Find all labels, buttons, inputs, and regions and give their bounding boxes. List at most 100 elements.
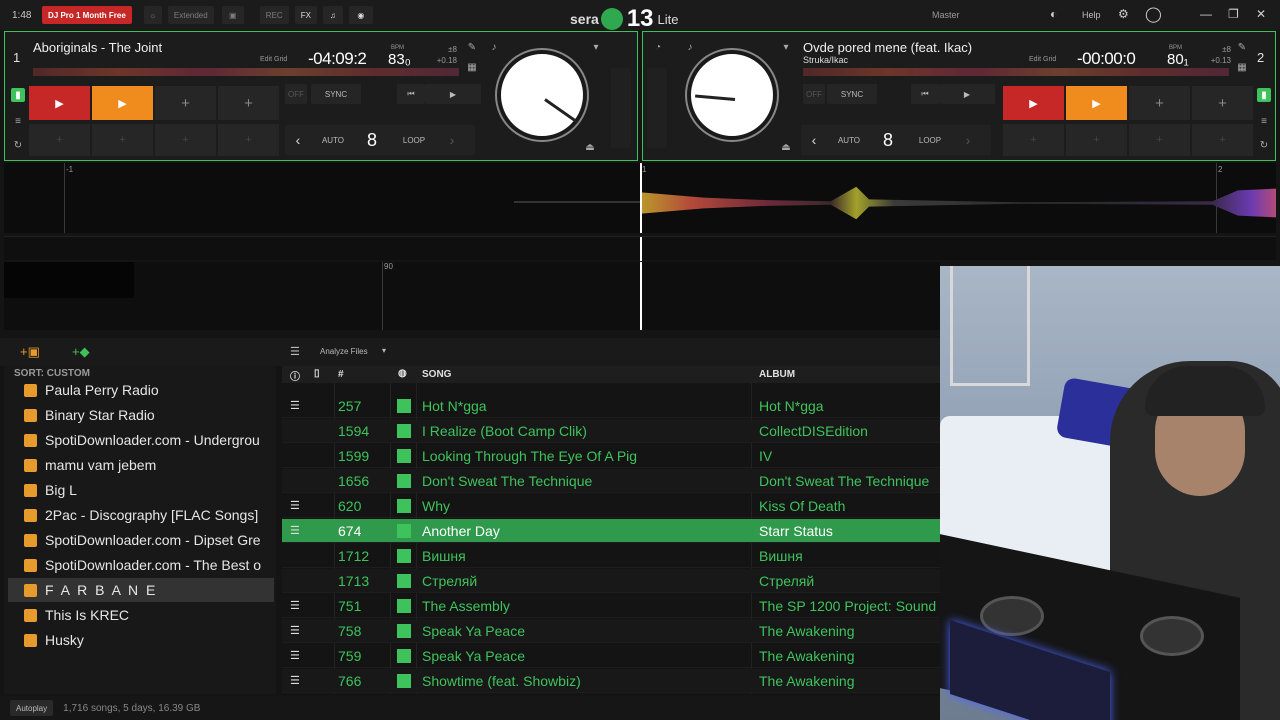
hot-cue-6[interactable]: + (1066, 124, 1127, 156)
hot-cue-6[interactable]: + (92, 124, 153, 156)
list-view-icon[interactable]: ☰ (290, 345, 300, 358)
track-row[interactable]: 1713 Стреляй Стреляй (282, 569, 940, 593)
sampler-icon[interactable]: ♫ (322, 6, 343, 24)
note-icon[interactable]: ♪ (683, 40, 697, 54)
col-album-header[interactable]: ALBUM (759, 369, 795, 380)
master-volume-icon[interactable]: ◐ (1050, 7, 1057, 21)
col-num-header[interactable]: # (338, 369, 344, 380)
hot-cue-3[interactable]: + (1129, 86, 1190, 120)
hot-cue-8[interactable]: + (1192, 124, 1253, 156)
hot-cue-2[interactable]: ▶ (92, 86, 153, 120)
track-row[interactable]: ☰ 766 Showtime (feat. Showbiz) The Awakenin… (282, 669, 940, 693)
track-row[interactable]: 1656 Don't Sweat The Technique Don't Sweat… (282, 469, 940, 493)
loop-next-icon[interactable]: › (439, 132, 465, 148)
eject-icon[interactable]: ⏏ (779, 140, 793, 154)
hot-cue-7[interactable]: + (1129, 124, 1190, 156)
virtual-platter[interactable] (497, 50, 587, 140)
gear-icon[interactable]: ⚙ (1118, 7, 1129, 21)
track-row[interactable]: 1599 Looking Through The Eye Of A Pig IV (282, 444, 940, 468)
sun-icon[interactable]: ☼ (143, 6, 162, 24)
track-row[interactable]: ☰ 751 The Assembly The SP 1200 Project: Sou… (282, 594, 940, 618)
auto-loop-label[interactable]: AUTO (311, 136, 355, 145)
play-button[interactable]: ▶ (425, 84, 481, 104)
hot-cue-1[interactable]: ▶ (29, 86, 90, 120)
track-row[interactable]: ☰ 674 Another Day Starr Status (282, 519, 940, 543)
add-smart-crate-icon[interactable]: +◆ (72, 344, 90, 360)
auto-loop-label[interactable]: AUTO (827, 136, 871, 145)
track-row[interactable]: ☰ 257 Hot N*gga Hot N*gga (282, 394, 940, 418)
hot-cue-2[interactable]: ▶ (1066, 86, 1127, 120)
cue-mode-icon[interactable]: ▮ (11, 88, 25, 102)
fx-button[interactable]: FX (294, 6, 317, 24)
autoplay-button[interactable]: Autoplay (10, 700, 54, 716)
eject-icon[interactable]: ⏏ (583, 140, 597, 154)
sync-button[interactable]: SYNC (311, 84, 361, 104)
crate-item[interactable]: SpotiDownloader.com - The Best o (8, 553, 274, 577)
cue-mode-icon[interactable]: ▮ (1257, 88, 1271, 102)
hot-cue-5[interactable]: + (1003, 124, 1064, 156)
crate-item[interactable]: Binary Star Radio (8, 403, 274, 427)
crate-item[interactable]: F A R B A N E (8, 578, 274, 602)
list-icon[interactable]: ≡ (11, 114, 25, 128)
hot-cue-4[interactable]: + (218, 86, 279, 120)
deck-dropdown-icon[interactable]: ▾ (589, 40, 603, 54)
hot-cue-5[interactable]: + (29, 124, 90, 156)
track-row[interactable]: 1594 I Realize (Boot Camp Clik) CollectDIS… (282, 419, 940, 443)
calculator-icon[interactable]: ▦ (1235, 60, 1249, 74)
hot-cue-4[interactable]: + (1192, 86, 1253, 120)
crate-item[interactable]: Husky (8, 628, 274, 652)
hot-cue-8[interactable]: + (218, 124, 279, 156)
virtual-platter[interactable] (687, 50, 777, 140)
calculator-icon[interactable]: ▦ (465, 60, 479, 74)
loop-next-icon[interactable]: › (955, 132, 981, 148)
account-icon[interactable]: ◯ (1145, 5, 1162, 23)
hot-cue-3[interactable]: + (155, 86, 216, 120)
play-button[interactable]: ▶ (939, 84, 995, 104)
deck-menu-icon[interactable]: ▾ (779, 40, 793, 54)
loop-prev-icon[interactable]: ‹ (285, 132, 311, 148)
track-row[interactable]: ☰ 620 Why Kiss Of Death (282, 494, 940, 518)
rec-button[interactable]: REC (259, 6, 289, 24)
deck-2-beat-grid[interactable]: 90 (4, 262, 940, 330)
edit-grid-button[interactable]: Edit Grid (260, 56, 287, 63)
loop-prev-icon[interactable]: ‹ (801, 132, 827, 148)
crate-item[interactable]: Paula Perry Radio (8, 378, 274, 402)
promo-button[interactable]: DJ Pro 1 Month Free (42, 6, 132, 24)
file-column-icon[interactable]: ▯ (314, 368, 320, 379)
hot-cue-7[interactable]: + (155, 124, 216, 156)
loop-label[interactable]: LOOP (389, 136, 439, 145)
crate-item[interactable]: Big L (8, 478, 274, 502)
search-mic-icon[interactable]: ◉ (348, 6, 373, 24)
col-song-header[interactable]: SONG (422, 369, 451, 380)
help-menu[interactable]: Help (1082, 10, 1101, 20)
cue-button[interactable]: ⏮ (397, 84, 425, 104)
track-overview[interactable] (33, 68, 459, 76)
note-icon[interactable]: ♪ (487, 40, 501, 54)
color-column-icon[interactable]: ◍ (398, 368, 407, 379)
track-row[interactable]: ☰ 759 Speak Ya Peace The Awakening (282, 644, 940, 668)
list-icon[interactable]: ≡ (1257, 114, 1271, 128)
edit-grid-button[interactable]: Edit Grid (1029, 56, 1056, 63)
refresh-icon[interactable]: ↻ (1257, 138, 1271, 152)
loop-length[interactable]: 8 (355, 130, 389, 151)
sync-button[interactable]: SYNC (827, 84, 877, 104)
hot-cue-1[interactable]: ▶ (1003, 86, 1064, 120)
track-row[interactable]: ☰ 758 Speak Ya Peace The Awakening (282, 619, 940, 643)
crate-item[interactable]: 2Pac - Discography [FLAC Songs] (8, 503, 274, 527)
main-waveform[interactable]: -1 1 2 (4, 163, 1276, 233)
deck-dropdown-icon[interactable]: ◔ (651, 40, 665, 54)
sync-off-button[interactable]: OFF (803, 84, 825, 104)
track-row[interactable]: 1712 Вишня Вишня (282, 544, 940, 568)
layout-icon[interactable]: ▣ (221, 6, 244, 24)
cue-button[interactable]: ⏮ (911, 84, 939, 104)
pencil-icon[interactable]: ✎ (465, 40, 479, 54)
crate-item[interactable]: This Is KREC (8, 603, 274, 627)
crate-item[interactable]: SpotiDownloader.com - Undergrou (8, 428, 274, 452)
loop-length[interactable]: 8 (871, 130, 905, 151)
track-overview[interactable] (803, 68, 1229, 76)
add-crate-icon[interactable]: +▣ (20, 344, 40, 360)
minimize-icon[interactable]: — (1200, 7, 1212, 21)
maximize-icon[interactable]: ❐ (1228, 7, 1239, 21)
analyze-dropdown-icon[interactable]: ▾ (382, 346, 386, 355)
close-icon[interactable]: ✕ (1256, 7, 1266, 21)
